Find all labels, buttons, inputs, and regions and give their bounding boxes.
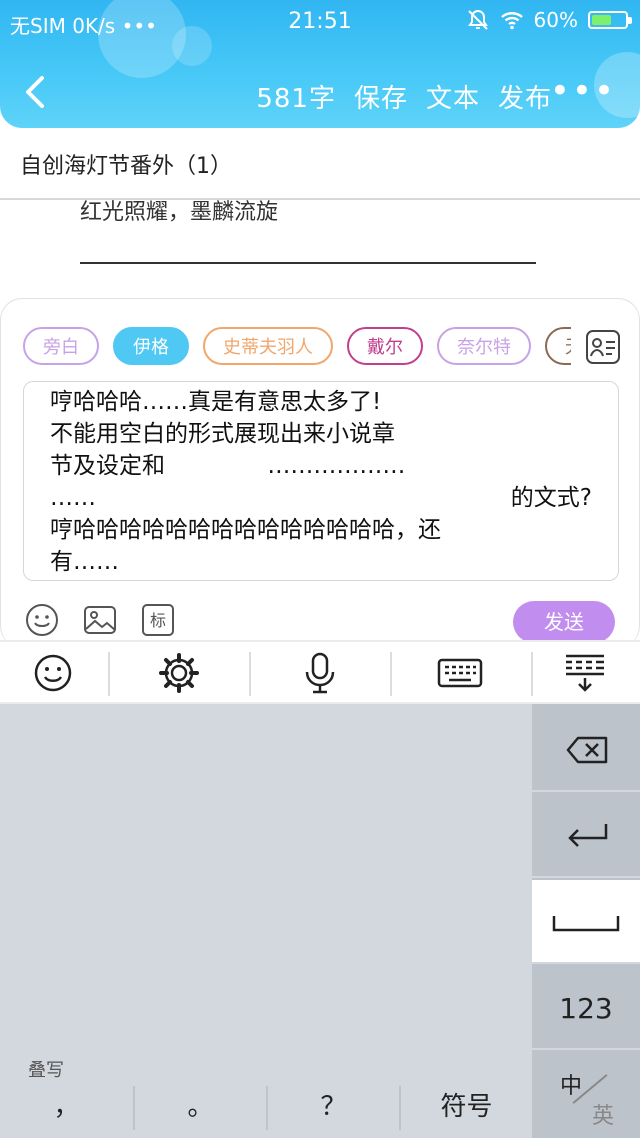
tag-mark-icon[interactable]: 标 [141,603,175,637]
wifi-icon [500,12,523,30]
emoji-icon[interactable] [25,603,59,637]
character-chip[interactable]: 奈尔特 [437,327,531,365]
numbers-key[interactable]: 123 [532,966,640,1050]
enter-key[interactable] [532,794,640,878]
toolbar-divider [249,652,251,696]
editor-line: 哼哈哈哈哈哈哈哈哈哈哈哈哈哈哈，还 [50,517,441,543]
send-button[interactable]: 发送 [513,601,615,643]
publish-button[interactable]: 发布 [498,78,552,115]
battery-fill [592,15,612,25]
microphone-icon[interactable] [297,650,343,696]
character-chip[interactable]: 史蒂夫羽人 [203,327,333,365]
message-editor[interactable]: 哼哈哈哈……真是有意思太多了! 不能用空白的形式展现出来小说章 节及设定和 ……… [23,381,619,581]
editor-line: 哼哈哈哈……真是有意思太多了! [50,389,382,415]
character-chip-row: 旁白伊格史蒂夫羽人戴尔奈尔特无 [23,327,571,369]
document-title[interactable]: 自创海灯节番外（1） [20,148,232,180]
comma-key[interactable]: ， [0,1076,133,1138]
app-actions: 581字 保存 文本 发布 [256,78,552,115]
gear-icon[interactable] [156,650,202,696]
bottom-key-row: ， 。 ？ 符号 [0,1076,532,1138]
character-chip[interactable]: 伊格 [113,327,189,365]
compose-panel: 旁白伊格史蒂夫羽人戴尔奈尔特无 哼哈哈哈……真是有意思太多了! 不能用空白的形式… [0,298,640,648]
app-header: 无SIM 0K/s ••• 21:51 60% 581字 保存 文本 发布 ••… [0,0,640,128]
mute-bell-icon [467,9,488,30]
save-button[interactable]: 保存 [354,78,408,115]
backspace-key[interactable] [532,708,640,792]
more-menu-button[interactable]: ••• [550,74,616,108]
space-icon [552,916,620,932]
lang-en-label: 英 [592,1104,615,1129]
battery-icon [588,11,632,29]
numbers-key-label: 123 [559,992,613,1025]
preview-text-line: 红光照耀，墨麟流旋 [80,200,279,225]
text-button[interactable]: 文本 [426,78,480,115]
editor-line: 不能用空白的形式展现出来小说章 [50,421,395,447]
period-key[interactable]: 。 [135,1076,266,1138]
emoji-icon[interactable] [30,650,76,696]
handwriting-keyboard: 叠写 ， 。 ？ 符号 123 中 英 [0,704,640,1138]
character-chip[interactable]: 无 [545,327,571,365]
word-count: 581字 [256,84,336,114]
toolbar-divider [390,652,392,696]
space-key[interactable] [532,880,640,964]
image-icon[interactable] [83,603,117,637]
character-chip[interactable]: 戴尔 [347,327,423,365]
keyboard-side-keys: 123 中 英 [532,704,640,1138]
editor-line: 有…… [50,549,119,575]
editor-line: 的文式? [510,485,592,511]
editor-line: 节及设定和 ……………… [50,453,406,479]
hide-keyboard-icon[interactable] [562,650,608,696]
back-icon[interactable] [18,72,54,112]
status-bar: 无SIM 0K/s ••• 21:51 60% [0,0,640,44]
app-bar: 581字 保存 文本 发布 ••• [0,58,640,128]
document-preview: 红光照耀，墨麟流旋 [0,200,640,292]
lang-zh-label: 中 [560,1074,583,1099]
character-card-icon[interactable] [585,329,621,365]
question-key[interactable]: ？ [268,1076,399,1138]
preview-rule [80,262,536,264]
compose-tools: 标 [25,603,175,637]
keyboard-icon[interactable] [437,650,483,696]
keyboard-toolbar [0,640,640,704]
symbol-key[interactable]: 符号 [401,1076,532,1138]
toolbar-divider [108,652,110,696]
enter-icon [568,824,608,847]
status-right: 60% [466,8,632,32]
battery-percent: 60% [533,8,578,32]
character-chip[interactable]: 旁白 [23,327,99,365]
handwriting-area[interactable]: 叠写 ， 。 ？ 符号 [0,704,532,1138]
toolbar-divider [531,652,533,696]
svg-text:标: 标 [150,611,166,630]
backspace-icon [566,736,608,764]
language-switch-key[interactable]: 中 英 [532,1052,640,1136]
